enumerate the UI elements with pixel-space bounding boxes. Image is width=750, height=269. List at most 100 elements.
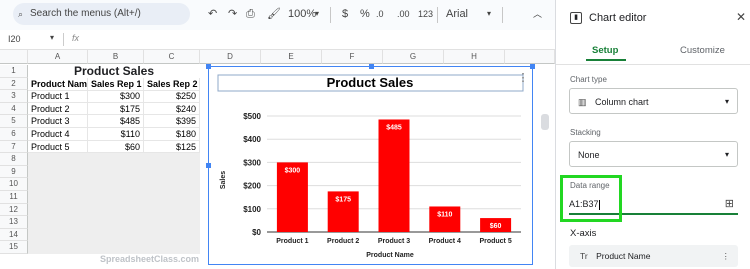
name-box[interactable]: I20 bbox=[8, 34, 21, 44]
row-header[interactable]: 6 bbox=[0, 128, 28, 141]
sales-cell[interactable]: $175 bbox=[88, 102, 144, 116]
row-header[interactable]: 5 bbox=[0, 115, 28, 128]
product-name-cell[interactable]: Product 3 bbox=[28, 115, 88, 128]
sales-cell[interactable]: $240 bbox=[144, 102, 200, 116]
percent-format-button[interactable]: % bbox=[360, 5, 370, 23]
chevron-down-icon[interactable]: ▾ bbox=[315, 5, 319, 23]
divider bbox=[556, 64, 750, 65]
xaxis-label: X-axis bbox=[570, 228, 597, 239]
chevron-down-icon[interactable]: ▾ bbox=[487, 5, 491, 23]
more-options-icon[interactable]: ⋮ bbox=[722, 245, 731, 267]
tab-customize[interactable]: Customize bbox=[680, 45, 725, 56]
text-type-icon: Tr bbox=[580, 251, 588, 261]
y-tick-label: $200 bbox=[243, 182, 261, 191]
resize-handle[interactable] bbox=[369, 64, 374, 69]
bar-data-label: $485 bbox=[386, 124, 402, 131]
dropdown-arrow-icon: ▾ bbox=[724, 150, 729, 159]
bar-data-label: $110 bbox=[437, 211, 452, 218]
tab-setup[interactable]: Setup bbox=[592, 45, 618, 56]
font-select[interactable]: Arial bbox=[446, 5, 468, 23]
increase-decimal-button[interactable]: .00 bbox=[397, 5, 410, 23]
decrease-decimal-button[interactable]: .0 bbox=[376, 5, 384, 23]
redo-icon[interactable]: ↷ bbox=[228, 5, 237, 23]
row-header[interactable]: 9 bbox=[0, 165, 28, 179]
column-header[interactable]: E bbox=[261, 50, 322, 64]
row-header[interactable]: 1 bbox=[0, 65, 28, 78]
column-header[interactable]: B bbox=[88, 50, 144, 64]
sales-cell[interactable]: $300 bbox=[88, 90, 144, 103]
sales-cell[interactable]: $125 bbox=[144, 140, 200, 154]
column-chart: Product Sales ⋮ $0 $100 $200 $300 $400 $500 $… bbox=[217, 72, 529, 259]
search-placeholder: Search the menus (Alt+/) bbox=[30, 8, 141, 19]
column-header[interactable] bbox=[505, 50, 555, 64]
y-tick-label: $100 bbox=[243, 205, 261, 214]
paint-format-icon[interactable]: 🖌 bbox=[267, 5, 281, 23]
row-header[interactable]: 15 bbox=[0, 241, 28, 254]
sheet-title-cell[interactable]: Product Sales bbox=[28, 65, 200, 78]
vertical-scrollbar[interactable] bbox=[541, 114, 549, 130]
sales-cell[interactable]: $485 bbox=[88, 115, 144, 128]
sales-cell[interactable]: $180 bbox=[144, 128, 200, 141]
stacking-value: None bbox=[578, 150, 600, 160]
print-icon[interactable]: ⎙ bbox=[246, 5, 255, 23]
product-name-cell[interactable]: Product 5 bbox=[28, 140, 88, 154]
row-header[interactable]: 12 bbox=[0, 203, 28, 217]
product-name-cell[interactable]: Product 4 bbox=[28, 128, 88, 141]
bar bbox=[429, 206, 461, 232]
resize-handle[interactable] bbox=[206, 64, 211, 69]
x-tick-label: Product 4 bbox=[429, 238, 461, 245]
chart-title: Product Sales bbox=[327, 75, 414, 90]
close-icon[interactable]: ✕ bbox=[736, 10, 746, 24]
sales-cell[interactable]: $110 bbox=[88, 128, 144, 141]
xaxis-item[interactable]: Tr Product Name ⋮ bbox=[569, 245, 738, 267]
resize-handle[interactable] bbox=[206, 163, 211, 168]
sales-cell[interactable]: $250 bbox=[144, 90, 200, 103]
toolbar-divider bbox=[330, 7, 331, 23]
chart-type-value: Column chart bbox=[595, 97, 649, 107]
select-all-corner[interactable] bbox=[0, 50, 28, 64]
y-tick-label: $0 bbox=[252, 228, 261, 237]
product-name-cell[interactable]: Product 1 bbox=[28, 90, 88, 103]
header-cell[interactable]: Sales Rep 2 bbox=[144, 78, 200, 91]
row-header[interactable]: 8 bbox=[0, 153, 28, 166]
panel-title: Chart editor bbox=[589, 12, 647, 24]
sales-cell[interactable]: $60 bbox=[88, 140, 144, 154]
menu-search-input[interactable]: ⌕ Search the menus (Alt+/) bbox=[13, 3, 190, 25]
y-tick-label: $400 bbox=[243, 135, 261, 144]
y-tick-label: $500 bbox=[243, 112, 261, 121]
row-header[interactable]: 14 bbox=[0, 228, 28, 242]
column-header[interactable]: A bbox=[28, 50, 88, 64]
embedded-chart[interactable]: Product Sales ⋮ $0 $100 $200 $300 $400 $500 $… bbox=[206, 64, 535, 265]
grid-select-icon[interactable]: ⊞ bbox=[725, 193, 734, 215]
row-header[interactable]: 10 bbox=[0, 178, 28, 191]
row-header[interactable]: 7 bbox=[0, 140, 28, 154]
x-tick-label: Product 5 bbox=[479, 238, 511, 245]
column-header[interactable]: H bbox=[444, 50, 505, 64]
sales-cell[interactable]: $395 bbox=[144, 115, 200, 128]
undo-icon[interactable]: ↶ bbox=[208, 5, 217, 23]
row-header[interactable]: 4 bbox=[0, 102, 28, 116]
column-header[interactable]: C bbox=[144, 50, 200, 64]
column-header[interactable]: G bbox=[383, 50, 444, 64]
zoom-select[interactable]: 100% bbox=[288, 5, 316, 23]
chevron-down-icon[interactable]: ▾ bbox=[50, 33, 54, 42]
column-header[interactable]: F bbox=[322, 50, 383, 64]
chart-icon: ▮ bbox=[570, 12, 582, 24]
row-header[interactable]: 11 bbox=[0, 191, 28, 204]
column-header[interactable]: D bbox=[200, 50, 261, 64]
chart-type-select[interactable]: ▥ Column chart ▾ bbox=[569, 88, 738, 114]
currency-format-button[interactable]: $ bbox=[342, 5, 348, 23]
number-format-button[interactable]: 123 bbox=[418, 5, 433, 23]
stacking-select[interactable]: None ▾ bbox=[569, 141, 738, 167]
fx-icon: fx bbox=[72, 33, 80, 43]
y-axis-title: Sales bbox=[220, 171, 227, 189]
row-header[interactable]: 2 bbox=[0, 77, 28, 91]
resize-handle[interactable] bbox=[530, 64, 535, 69]
empty-cells[interactable] bbox=[28, 153, 200, 254]
row-header[interactable]: 13 bbox=[0, 216, 28, 229]
row-header[interactable]: 3 bbox=[0, 90, 28, 103]
header-cell[interactable]: Product Name bbox=[28, 78, 88, 91]
chevron-up-icon[interactable]: ︿ bbox=[533, 5, 542, 23]
product-name-cell[interactable]: Product 2 bbox=[28, 102, 88, 116]
header-cell[interactable]: Sales Rep 1 bbox=[88, 78, 144, 91]
